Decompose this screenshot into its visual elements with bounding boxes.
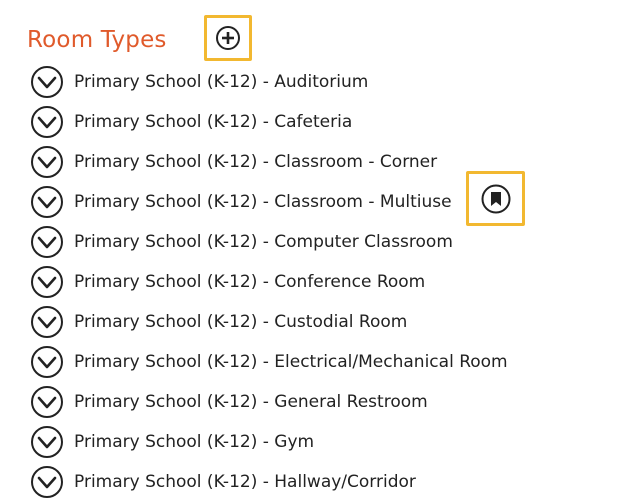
list-item: Primary School (K-12) - General Restroom	[0, 382, 636, 422]
add-room-type-button[interactable]	[204, 15, 252, 61]
list-item: Primary School (K-12) - Cafeteria	[0, 102, 636, 142]
list-item: Primary School (K-12) - Classroom - Mult…	[0, 182, 636, 222]
room-type-label: Primary School (K-12) - Classroom - Corn…	[74, 152, 438, 172]
chevron-down-circle-icon[interactable]	[30, 65, 64, 99]
room-type-list: Primary School (K-12) - Auditorium Prima…	[0, 62, 636, 502]
list-item: Primary School (K-12) - Custodial Room	[0, 302, 636, 342]
chevron-down-circle-icon[interactable]	[30, 145, 64, 179]
chevron-down-circle-icon[interactable]	[30, 345, 64, 379]
room-type-label: Primary School (K-12) - General Restroom	[74, 392, 428, 412]
list-item: Primary School (K-12) - Conference Room	[0, 262, 636, 302]
list-item: Primary School (K-12) - Hallway/Corridor	[0, 462, 636, 502]
room-type-label: Primary School (K-12) - Electrical/Mecha…	[74, 352, 508, 372]
list-item: Primary School (K-12) - Computer Classro…	[0, 222, 636, 262]
bookmark-circle-icon	[481, 184, 510, 213]
room-type-label: Primary School (K-12) - Gym	[74, 432, 315, 452]
chevron-down-circle-icon[interactable]	[30, 185, 64, 219]
chevron-down-circle-icon[interactable]	[30, 265, 64, 299]
list-item: Primary School (K-12) - Gym	[0, 422, 636, 462]
room-type-label: Primary School (K-12) - Classroom - Mult…	[74, 192, 452, 212]
chevron-down-circle-icon[interactable]	[30, 425, 64, 459]
room-type-label: Primary School (K-12) - Conference Room	[74, 272, 426, 292]
room-type-label: Primary School (K-12) - Auditorium	[74, 72, 369, 92]
chevron-down-circle-icon[interactable]	[30, 225, 64, 259]
list-item: Primary School (K-12) - Electrical/Mecha…	[0, 342, 636, 382]
chevron-down-circle-icon[interactable]	[30, 465, 64, 499]
chevron-down-circle-icon[interactable]	[30, 105, 64, 139]
room-type-label: Primary School (K-12) - Custodial Room	[74, 312, 408, 332]
room-type-label: Primary School (K-12) - Cafeteria	[74, 112, 353, 132]
plus-circle-icon	[216, 26, 240, 50]
bookmark-button[interactable]	[466, 171, 525, 226]
list-item: Primary School (K-12) - Auditorium	[0, 62, 636, 102]
room-type-label: Primary School (K-12) - Hallway/Corridor	[74, 472, 416, 492]
list-item: Primary School (K-12) - Classroom - Corn…	[0, 142, 636, 182]
chevron-down-circle-icon[interactable]	[30, 385, 64, 419]
page-title: Room Types	[27, 27, 167, 53]
room-type-label: Primary School (K-12) - Computer Classro…	[74, 232, 453, 252]
chevron-down-circle-icon[interactable]	[30, 305, 64, 339]
